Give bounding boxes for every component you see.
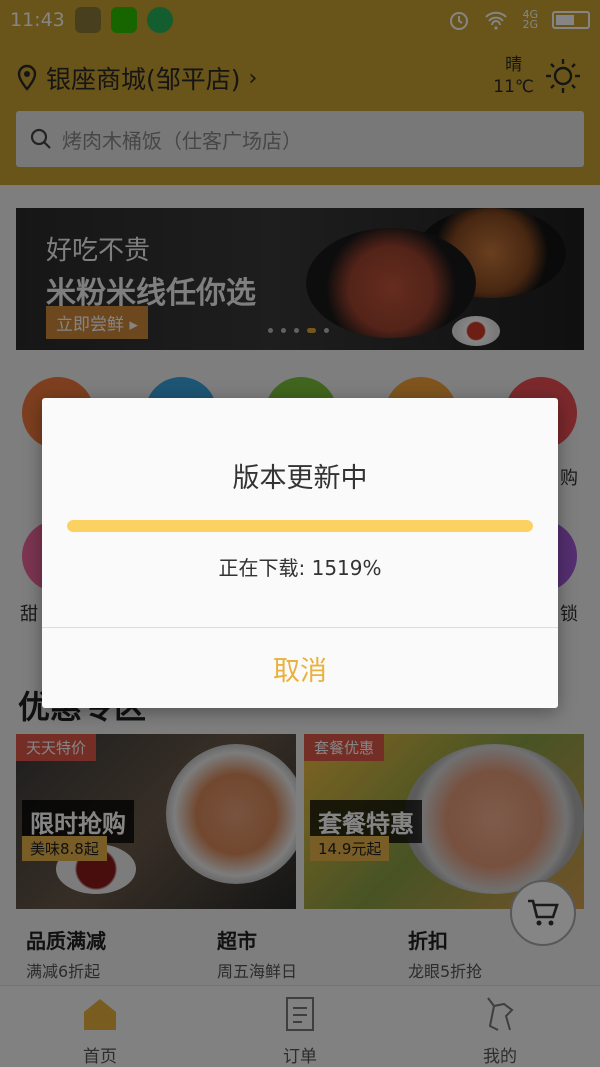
download-status: 正在下载: 1519% [218,556,382,580]
download-progress-bar [67,520,533,532]
progress-fill [67,520,533,532]
update-dialog: 版本更新中 正在下载: 1519% 取消 [42,398,558,708]
cancel-button[interactable]: 取消 [42,628,558,708]
dialog-title: 版本更新中 [232,463,368,494]
